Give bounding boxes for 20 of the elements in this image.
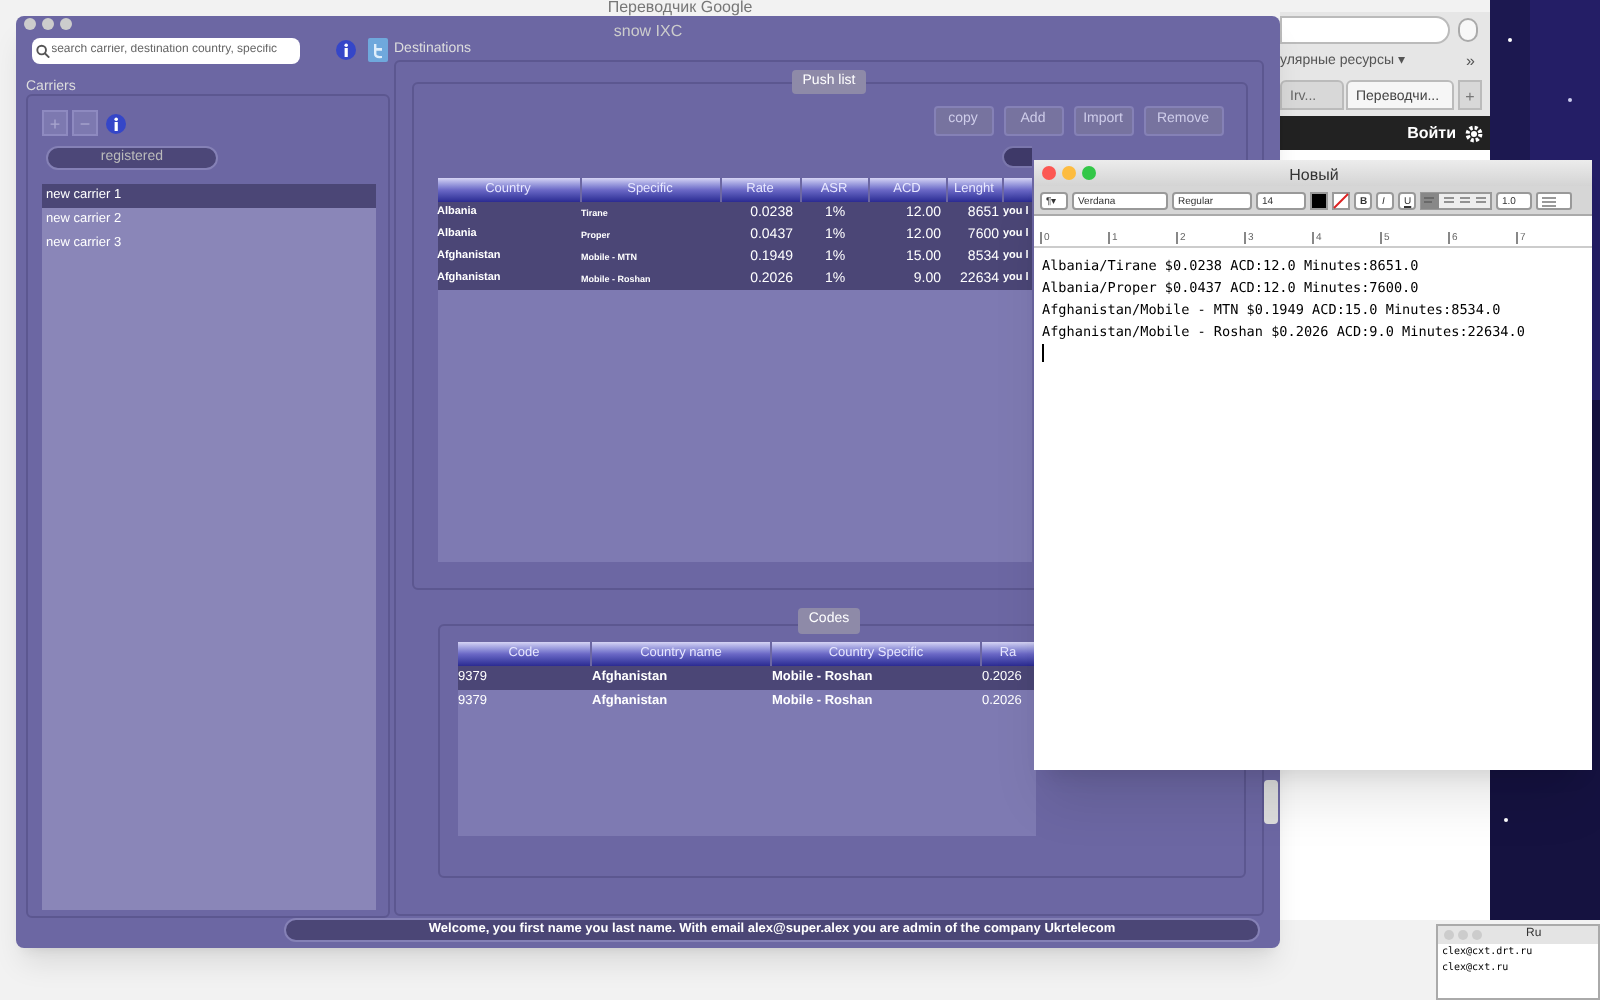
login-link[interactable]: Войти: [1407, 121, 1456, 145]
search-icon: [36, 43, 50, 57]
column-header[interactable]: [1003, 178, 1031, 202]
search-field[interactable]: [1001, 146, 1031, 168]
list-icon: [1536, 191, 1572, 209]
text-color-swatch[interactable]: [1310, 191, 1328, 209]
new-tab-button[interactable]: +: [1458, 80, 1482, 110]
window-title: snow IXC: [611, 20, 685, 44]
bird-icon: [368, 38, 388, 62]
window-title: Новый: [1287, 164, 1341, 188]
text-cursor: [1042, 344, 1044, 362]
window-title: Переводчик Google: [605, 0, 755, 16]
gear-icon: [1464, 123, 1484, 143]
no-color-icon: [1332, 191, 1350, 209]
overflow-button[interactable]: »: [1466, 50, 1475, 74]
info-icon: [336, 40, 356, 60]
scroll-bar[interactable]: [1264, 780, 1278, 824]
address-field[interactable]: [1280, 16, 1450, 44]
info-icon: [106, 113, 126, 133]
alignment-icon: [1420, 191, 1492, 209]
